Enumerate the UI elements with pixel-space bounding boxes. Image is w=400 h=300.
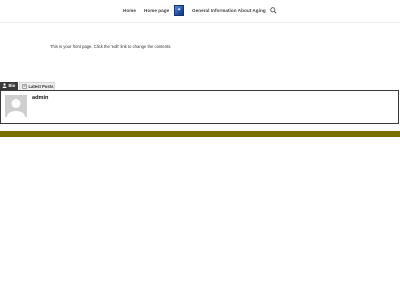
top-navigation: Home Home page ✦ General Information Abo… — [0, 0, 400, 23]
tab-latest-posts[interactable]: Latest Posts — [19, 82, 55, 90]
default-avatar-icon — [5, 95, 27, 117]
footer-bar — [0, 131, 400, 137]
document-icon — [22, 84, 27, 90]
nav-item-home[interactable]: Home — [123, 8, 136, 13]
tab-bio[interactable]: Bio — [0, 82, 18, 90]
front-page-message: This is your front page. Click the 'edit… — [50, 44, 172, 49]
search-icon[interactable] — [270, 7, 277, 14]
author-box: admin — [0, 90, 399, 124]
author-name: admin — [32, 95, 49, 101]
blue-square-logo-icon[interactable]: ✦ — [174, 5, 184, 16]
person-icon — [2, 83, 7, 89]
nav-item-home-page[interactable]: Home page — [144, 8, 169, 13]
tab-bio-label: Bio — [8, 83, 16, 88]
tab-latest-posts-label: Latest Posts — [28, 84, 54, 89]
logo-glyph: ✦ — [177, 7, 182, 13]
nav-item-general-information[interactable]: General Information About Aging — [192, 8, 266, 13]
